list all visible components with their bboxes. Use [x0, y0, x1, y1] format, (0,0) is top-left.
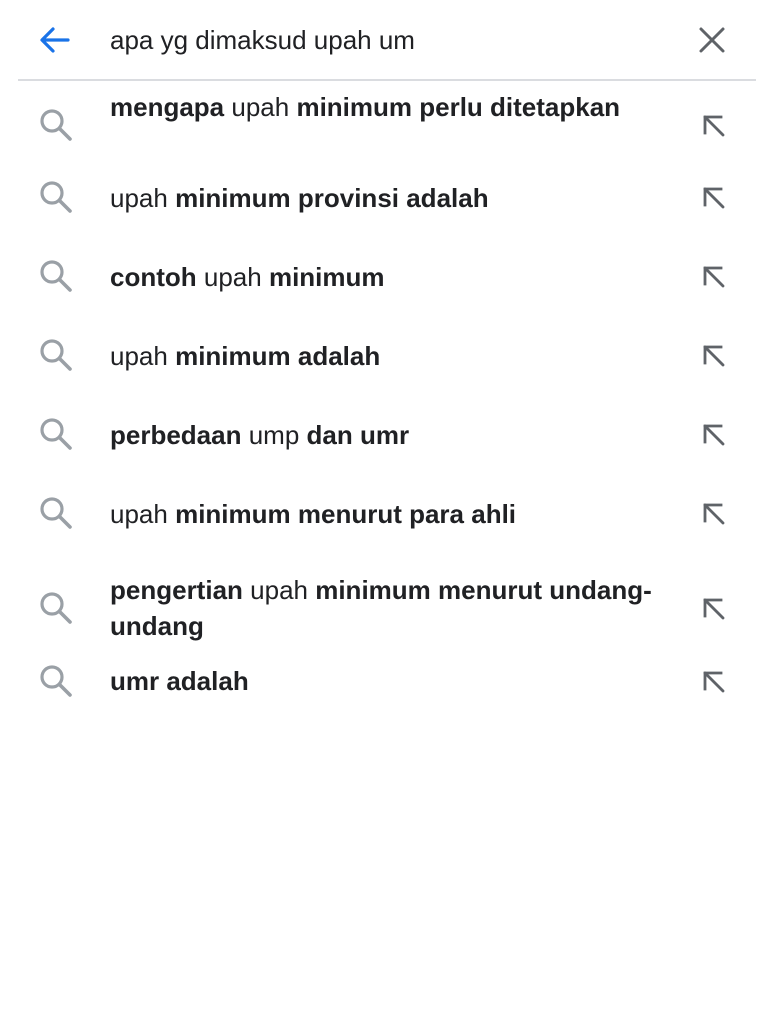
search-icon	[40, 109, 72, 141]
fill-query-button[interactable]	[692, 492, 734, 534]
arrow-up-left-icon	[703, 503, 725, 525]
search-icon	[36, 256, 76, 296]
search-icon	[36, 588, 76, 628]
search-icon	[40, 260, 72, 292]
search-suggestions-page: mengapa upah minimum perlu ditetapkan up…	[0, 0, 768, 1024]
search-icon	[36, 105, 76, 145]
search-icon	[36, 177, 76, 217]
fill-query-button[interactable]	[692, 413, 734, 455]
suggestion-query-part: upah	[110, 183, 176, 213]
arrow-up-left-icon	[703, 187, 725, 209]
close-icon	[699, 27, 725, 53]
suggestion-text: mengapa upah minimum perlu ditetapkan	[110, 89, 670, 125]
suggestion-text: upah minimum adalah	[110, 338, 670, 374]
search-icon	[36, 414, 76, 454]
suggestion-bold-part: pengertian	[110, 575, 243, 605]
clear-button[interactable]	[690, 20, 734, 60]
fill-query-button[interactable]	[692, 176, 734, 218]
arrow-up-left-icon	[703, 115, 725, 137]
suggestion-bold-part: umr adalah	[110, 666, 249, 696]
suggestion-bold-part: contoh	[110, 262, 197, 292]
arrow-up-left-icon	[703, 266, 725, 288]
suggestion-query-part: upah	[110, 499, 176, 529]
search-icon	[40, 339, 72, 371]
suggestion-list: mengapa upah minimum perlu ditetapkan up…	[0, 81, 768, 731]
suggestion-text: upah minimum provinsi adalah	[110, 180, 670, 216]
suggestion-item[interactable]: upah minimum provinsi adalah	[0, 169, 768, 248]
search-icon	[36, 493, 76, 533]
fill-query-button[interactable]	[692, 104, 734, 146]
suggestion-item[interactable]: umr adalah	[0, 652, 768, 731]
suggestion-item[interactable]: upah minimum adalah	[0, 327, 768, 406]
suggestion-bold-part: minimum provinsi adalah	[175, 183, 489, 213]
suggestion-bold-part: minimum menurut para ahli	[175, 499, 517, 529]
suggestion-text: contoh upah minimum	[110, 259, 670, 295]
arrow-up-left-icon	[703, 345, 725, 367]
fill-query-button[interactable]	[692, 255, 734, 297]
suggestion-query-part: upah	[242, 575, 316, 605]
search-icon	[36, 661, 76, 701]
search-icon	[40, 181, 72, 213]
arrow-up-left-icon	[703, 671, 725, 693]
suggestion-bold-part: mengapa	[110, 92, 225, 122]
suggestion-item[interactable]: perbedaan ump dan umr	[0, 406, 768, 485]
search-icon	[40, 418, 72, 450]
arrow-up-left-icon	[703, 424, 725, 446]
suggestion-bold-part: minimum adalah	[175, 341, 381, 371]
suggestion-bold-part: minimum	[268, 262, 385, 292]
suggestion-query-part: ump	[241, 420, 307, 450]
suggestion-item[interactable]: pengertian upah minimum menurut undang-u…	[0, 564, 768, 652]
suggestion-text: perbedaan ump dan umr	[110, 417, 670, 453]
search-input[interactable]	[110, 20, 670, 60]
suggestion-query-part: upah	[110, 341, 176, 371]
fill-query-button[interactable]	[692, 660, 734, 702]
suggestion-bold-part: minimum perlu ditetapkan	[296, 92, 621, 122]
fill-query-button[interactable]	[692, 334, 734, 376]
back-button[interactable]	[34, 20, 74, 60]
suggestion-text: umr adalah	[110, 663, 670, 699]
search-icon	[36, 335, 76, 375]
suggestion-bold-part: perbedaan	[110, 420, 242, 450]
suggestion-text: upah minimum menurut para ahli	[110, 496, 670, 532]
fill-query-button[interactable]	[692, 587, 734, 629]
suggestion-text: pengertian upah minimum menurut undang-u…	[110, 572, 670, 644]
suggestion-item[interactable]: contoh upah minimum	[0, 248, 768, 327]
suggestion-query-part: upah	[196, 262, 269, 292]
search-bar	[0, 0, 768, 80]
arrow-left-icon	[40, 27, 70, 53]
suggestion-item[interactable]: mengapa upah minimum perlu ditetapkan	[0, 81, 768, 169]
suggestion-query-part: upah	[224, 92, 297, 122]
arrow-up-left-icon	[703, 598, 725, 620]
search-icon	[40, 592, 72, 624]
suggestion-bold-part: dan umr	[306, 420, 410, 450]
search-icon	[40, 665, 72, 697]
suggestion-item[interactable]: upah minimum menurut para ahli	[0, 485, 768, 564]
search-icon	[40, 497, 72, 529]
